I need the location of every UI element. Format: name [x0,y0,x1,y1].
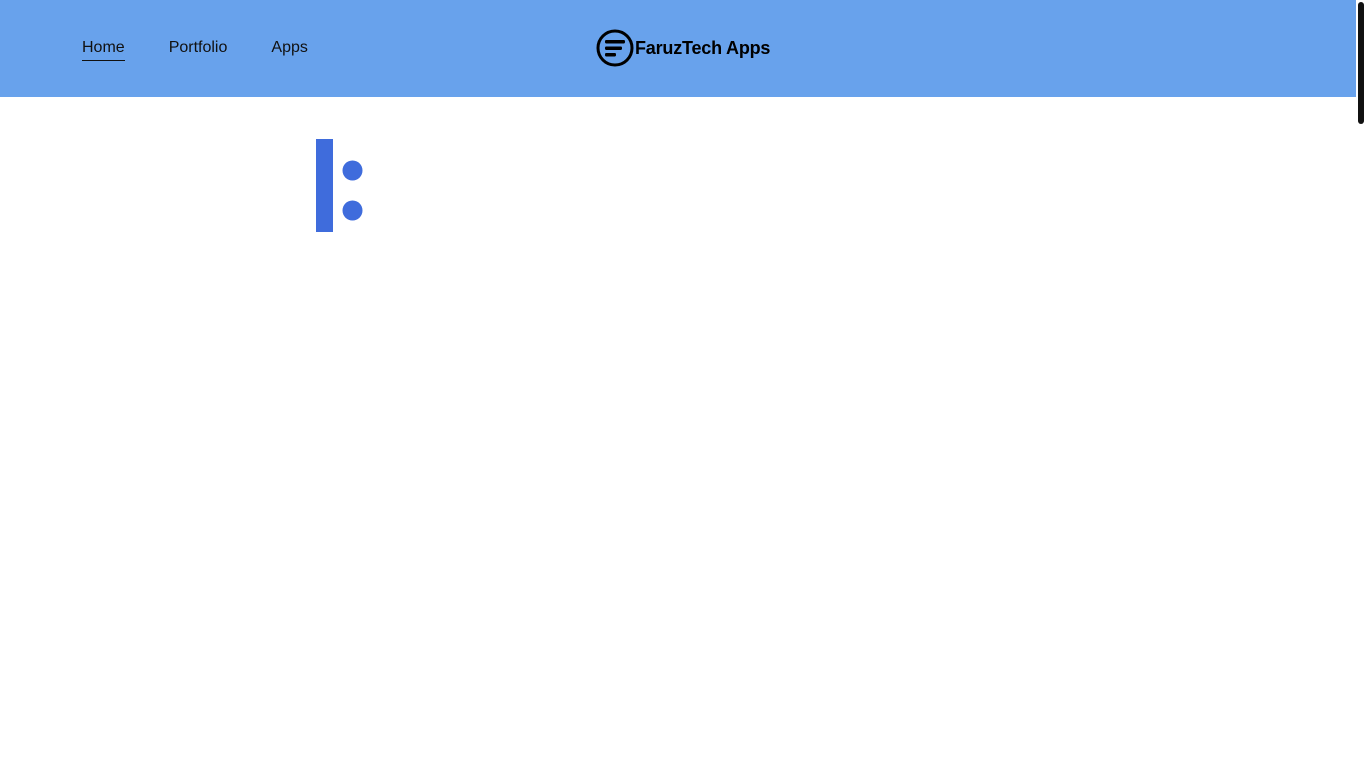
scrollbar-thumb[interactable] [1358,2,1364,124]
ratio-bar [316,139,333,232]
page: Home Portfolio Apps FaruzTech Apps [0,0,1366,768]
main-content [0,97,1356,768]
site-header: Home Portfolio Apps FaruzTech Apps [0,0,1356,97]
brand-logo[interactable]: FaruzTech Apps [596,29,770,67]
ratio-dot-top [342,160,363,181]
brand-name: FaruzTech Apps [635,37,771,58]
vertical-scrollbar[interactable] [1356,0,1366,768]
ratio-icon [316,139,363,232]
nav-apps-link[interactable]: Apps [271,38,307,60]
faruztech-logo-icon [596,29,634,67]
nav-home-link[interactable]: Home [82,38,125,61]
main-nav: Home Portfolio Apps [82,38,352,61]
nav-portfolio-link[interactable]: Portfolio [169,38,228,60]
ratio-dot-bottom [342,200,363,221]
